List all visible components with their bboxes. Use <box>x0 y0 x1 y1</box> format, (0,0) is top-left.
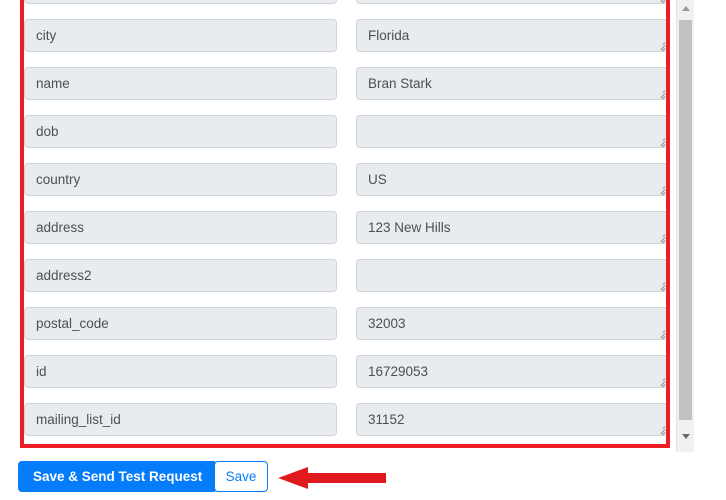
footer-actions: Save & Send Test Request Save <box>0 452 726 500</box>
field-key-input[interactable]: address <box>24 211 337 244</box>
field-key-input[interactable]: id <box>24 355 337 388</box>
field-value-input[interactable]: US <box>356 163 668 196</box>
field-mapping-row: address2 <box>0 255 672 303</box>
resize-handle-icon[interactable] <box>655 184 665 194</box>
field-value-input[interactable]: FL <box>356 0 668 4</box>
resize-handle-icon[interactable] <box>655 280 665 290</box>
field-mapping-row: id 16729053 <box>0 351 672 399</box>
field-value-text: Bran Stark <box>368 76 432 91</box>
field-key-input[interactable]: country <box>24 163 337 196</box>
field-mapping-row: address 123 New Hills <box>0 207 672 255</box>
resize-handle-icon[interactable] <box>655 0 665 2</box>
field-mapping-row: country US <box>0 159 672 207</box>
field-key-input[interactable]: province <box>24 0 337 4</box>
scrollbar-thumb[interactable] <box>679 20 692 420</box>
field-value-input[interactable]: Florida <box>356 19 668 52</box>
resize-handle-icon[interactable] <box>655 376 665 386</box>
vertical-scrollbar[interactable] <box>676 0 694 452</box>
field-key-input[interactable]: city <box>24 19 337 52</box>
field-mapping-row: province FL <box>0 0 672 15</box>
save-button[interactable]: Save <box>214 461 268 492</box>
field-value-text: 123 New Hills <box>368 220 451 235</box>
resize-handle-icon[interactable] <box>655 136 665 146</box>
save-and-send-test-request-button[interactable]: Save & Send Test Request <box>18 461 217 492</box>
field-mapping-row: mailing_list_id 31152 <box>0 399 672 447</box>
resize-handle-icon[interactable] <box>655 424 665 434</box>
scrollbar-down-arrow[interactable] <box>677 427 694 444</box>
resize-handle-icon[interactable] <box>655 232 665 242</box>
field-key-input[interactable]: postal_code <box>24 307 337 340</box>
field-value-input[interactable]: 32003 <box>356 307 668 340</box>
field-mapping-row: postal_code 32003 <box>0 303 672 351</box>
resize-handle-icon[interactable] <box>655 88 665 98</box>
field-value-text: 32003 <box>368 316 406 331</box>
field-key-input[interactable]: name <box>24 67 337 100</box>
field-key-input[interactable]: mailing_list_id <box>24 403 337 436</box>
field-value-text: Florida <box>368 28 409 43</box>
field-value-text: 31152 <box>368 412 405 427</box>
field-key-input[interactable]: address2 <box>24 259 337 292</box>
field-mapping-row: name Bran Stark <box>0 63 672 111</box>
field-mapping-row: dob <box>0 111 672 159</box>
triangle-up-icon <box>682 6 690 11</box>
triangle-down-icon <box>682 434 690 439</box>
field-value-text: US <box>368 172 387 187</box>
field-value-input[interactable]: Bran Stark <box>356 67 668 100</box>
field-mapping-list: province FL city Florida name Bran Stark dob co… <box>0 0 672 452</box>
field-value-text: 16729053 <box>368 364 428 379</box>
field-value-input[interactable]: 16729053 <box>356 355 668 388</box>
field-value-input[interactable] <box>356 259 668 292</box>
scrollbar-up-arrow[interactable] <box>677 0 694 17</box>
field-key-input[interactable]: dob <box>24 115 337 148</box>
field-value-input[interactable]: 123 New Hills <box>356 211 668 244</box>
resize-handle-icon[interactable] <box>655 328 665 338</box>
field-mapping-row: city Florida <box>0 15 672 63</box>
field-value-input[interactable] <box>356 115 668 148</box>
field-value-input[interactable]: 31152 <box>356 403 668 436</box>
fields-scroll-region[interactable]: province FL city Florida name Bran Stark dob co… <box>0 0 726 452</box>
mapping-editor-panel: province FL city Florida name Bran Stark dob co… <box>0 0 726 500</box>
resize-handle-icon[interactable] <box>655 40 665 50</box>
